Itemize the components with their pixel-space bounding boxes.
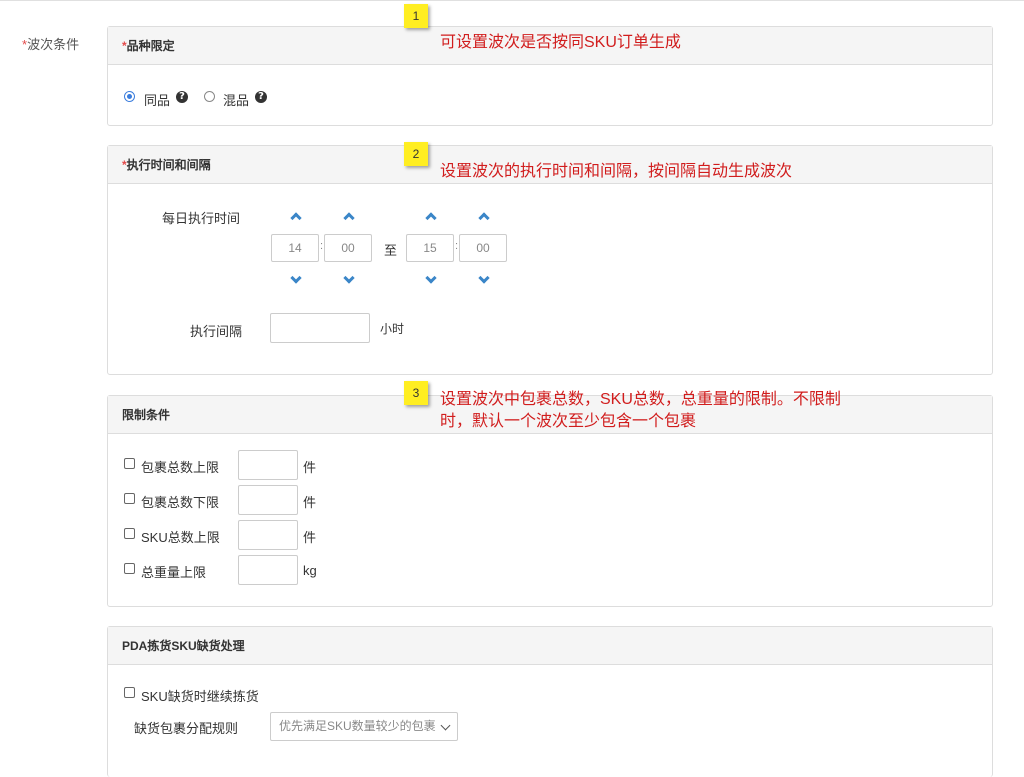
sku-max-label: SKU总数上限 (141, 530, 220, 545)
radio-same-sku-circle[interactable] (124, 91, 135, 102)
end-minute-down-icon[interactable] (478, 272, 490, 284)
annotation-text-1: 可设置波次是否按同SKU订单生成 (440, 34, 681, 51)
start-minute-down-icon[interactable] (343, 272, 355, 284)
start-hour-down-icon[interactable] (290, 272, 302, 284)
start-minute-input[interactable]: 00 (324, 234, 372, 262)
radio-mixed-sku-label: 混品 (223, 93, 250, 108)
limits-panel-title: 限制条件 (122, 408, 171, 422)
time-separator: : (320, 240, 324, 252)
end-hour-up-icon[interactable] (425, 212, 437, 224)
allocation-rule-select[interactable]: 优先满足SKU数量较少的包裹 (270, 712, 458, 741)
start-hour-input[interactable]: 14 (271, 234, 319, 262)
chevron-down-icon (440, 720, 451, 731)
wave-condition-text: 波次条件 (27, 37, 80, 52)
start-minute-up-icon[interactable] (343, 212, 355, 224)
package-min-unit: 件 (303, 495, 317, 510)
sku-max-input[interactable] (238, 520, 298, 550)
pda-panel-header: PDA拣货SKU缺货处理 (108, 627, 992, 665)
end-minute-up-icon[interactable] (478, 212, 490, 224)
package-max-unit: 件 (303, 460, 317, 475)
annotation-text-3: 设置波次中包裹总数，SKU总数，总重量的限制。不限制时，默认一个波次至少包含一个… (440, 391, 841, 430)
end-hour-down-icon[interactable] (425, 272, 437, 284)
weight-max-label: 总重量上限 (141, 565, 207, 580)
end-minute-input[interactable]: 00 (459, 234, 507, 262)
annotation-badge-1: 1 (404, 4, 428, 28)
annotation-text-2: 设置波次的执行时间和间隔，按间隔自动生成波次 (440, 163, 793, 180)
weight-max-checkbox[interactable] (124, 563, 135, 574)
continue-picking-checkbox[interactable] (124, 687, 135, 698)
radio-same-sku-label: 同品 (144, 93, 171, 108)
package-min-checkbox[interactable] (124, 493, 135, 504)
annotation-badge-3: 3 (404, 381, 428, 405)
sku-max-unit: 件 (303, 530, 317, 545)
schedule-panel-title: 执行时间和间隔 (126, 158, 211, 172)
radio-same-sku[interactable] (124, 90, 135, 105)
package-min-label: 包裹总数下限 (141, 495, 220, 510)
start-hour-up-icon[interactable] (290, 212, 302, 224)
continue-picking-label: SKU缺货时继续拣货 (141, 689, 259, 704)
pda-panel-title: PDA拣货SKU缺货处理 (122, 639, 245, 653)
annotation-badge-2: 2 (404, 142, 428, 166)
help-icon[interactable]: ? (255, 91, 267, 103)
package-max-checkbox[interactable] (124, 458, 135, 469)
sku-max-checkbox[interactable] (124, 528, 135, 539)
wave-condition-label: *波次条件 (22, 34, 79, 53)
top-divider (0, 0, 1024, 1)
package-max-label: 包裹总数上限 (141, 460, 220, 475)
weight-max-unit: kg (303, 563, 317, 578)
variety-panel-title: 品种限定 (126, 39, 175, 53)
radio-mixed-sku[interactable] (204, 90, 215, 105)
weight-max-input[interactable] (238, 555, 298, 585)
daily-time-label: 每日执行时间 (162, 211, 241, 226)
time-separator: : (455, 240, 459, 252)
pda-panel: PDA拣货SKU缺货处理 SKU缺货时继续拣货 缺货包裹分配规则 优先满足SKU… (107, 626, 993, 777)
end-hour-input[interactable]: 15 (406, 234, 454, 262)
help-icon[interactable]: ? (176, 91, 188, 103)
interval-label: 执行间隔 (190, 324, 243, 339)
package-max-input[interactable] (238, 450, 298, 480)
allocation-rule-label: 缺货包裹分配规则 (134, 721, 239, 736)
interval-input[interactable] (270, 313, 370, 343)
radio-mixed-sku-circle[interactable] (204, 91, 215, 102)
to-label: 至 (384, 243, 398, 258)
allocation-rule-value: 优先满足SKU数量较少的包裹 (279, 719, 436, 733)
interval-unit: 小时 (380, 322, 405, 336)
package-min-input[interactable] (238, 485, 298, 515)
